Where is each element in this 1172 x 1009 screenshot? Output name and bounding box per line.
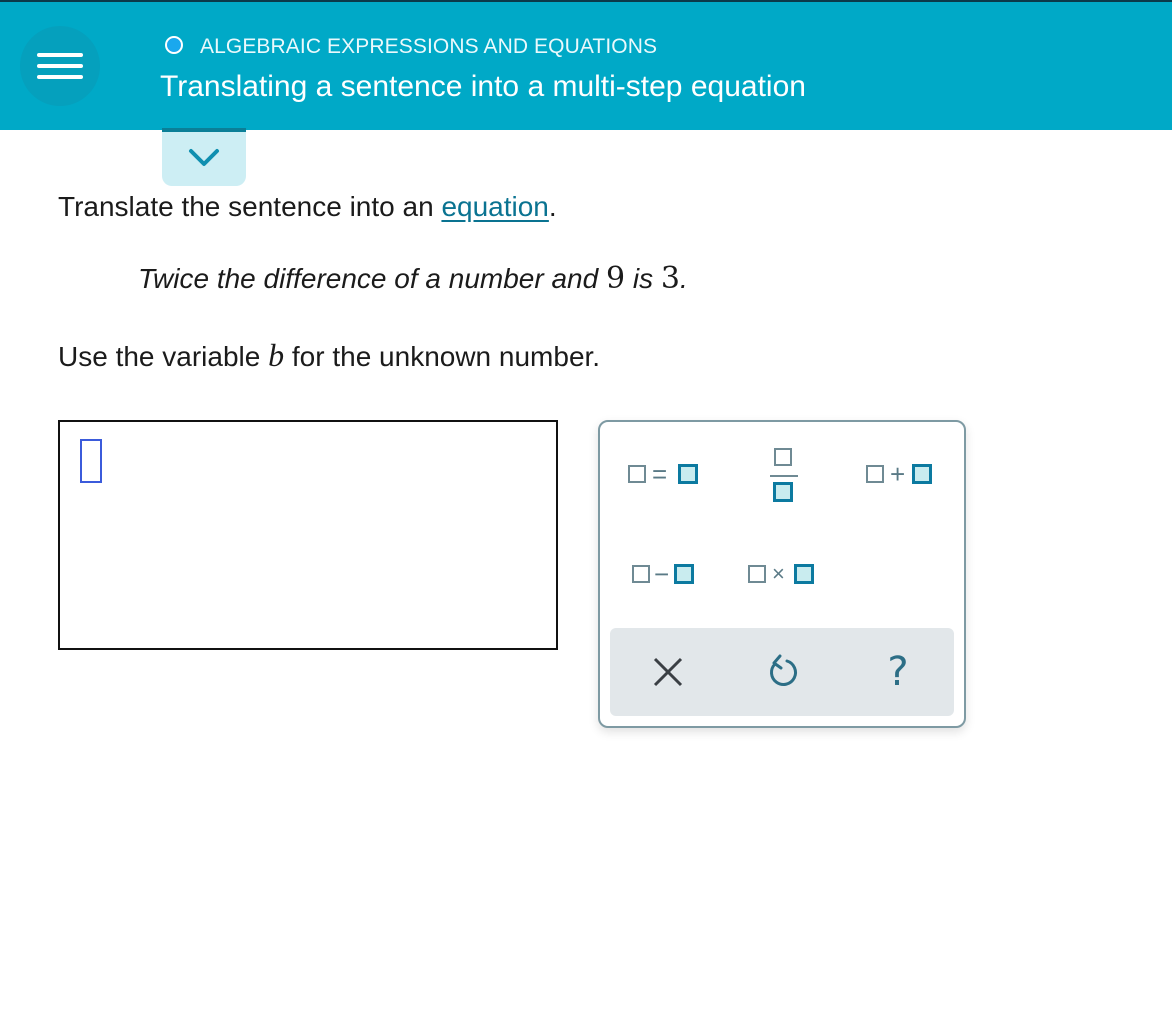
help-button[interactable]: ? [876,650,920,694]
active-box-icon [678,464,698,484]
help-icon: ? [887,649,909,695]
placeholder-box-icon [632,565,650,583]
math-keypad: = + − × ? [598,420,966,728]
denominator-box-icon [773,482,793,502]
instruction-suffix: for the unknown number. [284,341,601,372]
header-bar: ALGEBRAIC EXPRESSIONS AND EQUATIONS Tran… [0,0,1172,130]
prompt-text: Translate the sentence into an [58,191,442,222]
minus-template-button[interactable]: − [632,559,700,590]
topic-progress-icon [165,36,183,54]
plus-template-button[interactable]: + [866,459,940,490]
times-template-button[interactable]: × [748,562,820,590]
menu-button[interactable] [20,26,100,106]
undo-icon [770,654,797,686]
topic-label: ALGEBRAIC EXPRESSIONS AND EQUATIONS [200,35,658,58]
keypad-action-bar: ? [610,628,954,716]
variable-b: b [268,337,285,373]
active-box-icon [794,564,814,584]
times-symbol: × [772,561,785,586]
sentence-number-1: 9 [605,261,626,296]
variable-instruction: Use the variable b for the unknown numbe… [58,337,600,374]
equals-template-button[interactable]: = [628,459,702,490]
answer-cursor [80,439,102,483]
undo-button[interactable] [760,650,804,694]
sentence-number-2: 3 [660,261,680,296]
sentence-period: . [679,263,688,294]
placeholder-box-icon [866,465,884,483]
minus-symbol: − [654,559,670,589]
prompt-period: . [548,191,557,222]
placeholder-box-icon [748,565,766,583]
numerator-box-icon [774,448,792,466]
fraction-template-button[interactable] [768,448,800,504]
active-box-icon [912,464,932,484]
collapse-header-button[interactable] [162,128,246,186]
equals-symbol: = [652,459,668,489]
equation-link[interactable]: equation [441,191,548,222]
placeholder-box-icon [628,465,646,483]
clear-button[interactable] [646,650,690,694]
active-box-icon [674,564,694,584]
question-sentence: Twice the difference of a number and 9 i… [138,261,688,296]
answer-input[interactable] [58,420,558,650]
sentence-text: Twice the difference of a number and [138,263,606,294]
question-prompt: Translate the sentence into an equation. [58,191,557,223]
instruction-text: Use the variable [58,341,269,372]
close-icon [653,657,683,687]
chevron-down-icon [189,149,219,166]
plus-symbol: + [890,459,906,489]
fraction-bar [770,475,798,477]
page-title: Translating a sentence into a multi-step… [160,70,806,103]
sentence-is: is [625,263,661,294]
